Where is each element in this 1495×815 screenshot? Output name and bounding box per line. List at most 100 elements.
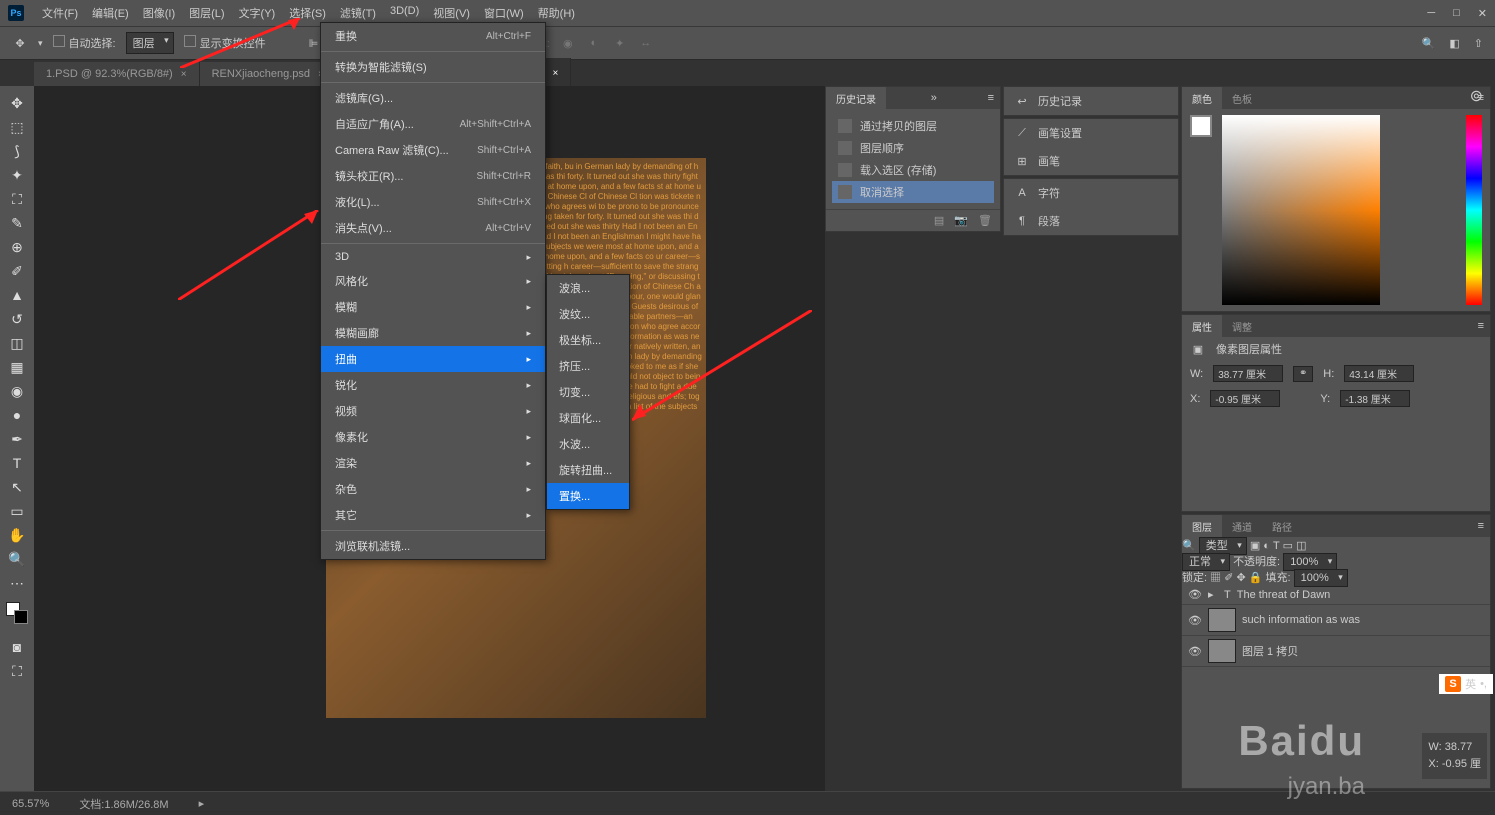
dodge-tool[interactable]: ● [4, 404, 30, 426]
doc-size[interactable]: 文档:1.86M/26.8M [79, 796, 168, 812]
filter-reset[interactable]: 重换Alt+Ctrl+F [321, 23, 545, 49]
shape-tool[interactable]: ▭ [4, 500, 30, 522]
cc-libraries-icon[interactable]: ⊚ [1470, 86, 1483, 106]
hue-slider[interactable] [1466, 115, 1482, 305]
menu-image[interactable]: 图像(I) [137, 1, 181, 25]
edit-toolbar[interactable]: ⋯ [4, 572, 30, 594]
menu-edit[interactable]: 编辑(E) [86, 1, 135, 25]
color-gradient[interactable] [1222, 115, 1380, 305]
tab-doc1[interactable]: 1.PSD @ 92.3%(RGB/8#)× [34, 62, 200, 86]
menu-layer[interactable]: 图层(L) [183, 1, 230, 25]
tab-close-icon[interactable]: × [181, 69, 187, 80]
quickmask-tool[interactable]: ◙ [4, 636, 30, 658]
width-input[interactable] [1213, 365, 1283, 382]
slide-icon[interactable]: ↔ [638, 35, 654, 51]
filter-blur-gallery[interactable]: 模糊画廊 [321, 320, 545, 346]
link-icon[interactable]: ⚭ [1293, 366, 1313, 382]
filter-render[interactable]: 渲染 [321, 450, 545, 476]
wand-tool[interactable]: ✦ [4, 164, 30, 186]
crop-tool[interactable]: ⛶ [4, 188, 30, 210]
show-transform-checkbox[interactable]: 显示变换控件 [184, 35, 266, 51]
marquee-tool[interactable]: ⬚ [4, 116, 30, 138]
blur-tool[interactable]: ◉ [4, 380, 30, 402]
close-icon[interactable]: ✕ [1478, 7, 1487, 20]
lock-paint-icon[interactable]: ✐ [1224, 572, 1233, 584]
ime-indicator[interactable]: S 英 •, [1439, 674, 1493, 694]
foreground-swatch[interactable] [1190, 115, 1212, 137]
stamp-tool[interactable]: ▲ [4, 284, 30, 306]
color-swatches[interactable] [6, 602, 28, 624]
distort-pinch[interactable]: 挤压... [547, 353, 629, 379]
zoom-tool[interactable]: 🔍 [4, 548, 30, 570]
filter-video[interactable]: 视频 [321, 398, 545, 424]
eyedropper-tool[interactable]: ✎ [4, 212, 30, 234]
distort-shear[interactable]: 切变... [547, 379, 629, 405]
filter-other[interactable]: 其它 [321, 502, 545, 528]
panel-collapse-icon[interactable]: » [925, 92, 943, 104]
filter-convert-smart[interactable]: 转换为智能滤镜(S) [321, 54, 545, 80]
tab-swatches[interactable]: 色板 [1222, 87, 1262, 110]
orbit-icon[interactable]: ◉ [560, 35, 576, 51]
path-tool[interactable]: ↖ [4, 476, 30, 498]
history-item[interactable]: 取消选择 [832, 181, 994, 203]
minimize-icon[interactable]: ─ [1427, 7, 1435, 20]
tab-adjustments[interactable]: 调整 [1222, 315, 1262, 338]
tab-layers[interactable]: 图层 [1182, 515, 1222, 538]
distort-spherize[interactable]: 球面化... [547, 405, 629, 431]
snapshot-icon[interactable]: 📷 [954, 214, 968, 227]
history-item[interactable]: 通过拷贝的图层 [832, 115, 994, 137]
history-item[interactable]: 载入选区 (存储) [832, 159, 994, 181]
filter-blur[interactable]: 模糊 [321, 294, 545, 320]
pan-icon[interactable]: ✦ [612, 35, 628, 51]
tab-channels[interactable]: 通道 [1222, 515, 1262, 538]
visibility-icon[interactable]: 👁 [1188, 588, 1202, 601]
roll-icon[interactable]: ◐ [586, 35, 602, 51]
lasso-tool[interactable]: ⟆ [4, 140, 30, 162]
move-tool[interactable]: ✥ [4, 92, 30, 114]
brush-settings-shortcut[interactable]: ⟋画笔设置 [1004, 119, 1178, 147]
heal-tool[interactable]: ⊕ [4, 236, 30, 258]
distort-polar[interactable]: 极坐标... [547, 327, 629, 353]
distort-displace[interactable]: 置换... [547, 483, 629, 509]
layer-row[interactable]: 👁such information as was [1182, 605, 1490, 636]
hand-tool[interactable]: ✋ [4, 524, 30, 546]
filter-adjust-icon[interactable]: ◐ [1263, 540, 1270, 552]
fill-dropdown[interactable]: 100% [1294, 569, 1348, 587]
filter-sharpen[interactable]: 锐化 [321, 372, 545, 398]
lock-pos-icon[interactable]: ✥ [1236, 572, 1245, 584]
trash-icon[interactable]: 🗑 [978, 214, 992, 227]
distort-wave[interactable]: 波浪... [547, 275, 629, 301]
lock-trans-icon[interactable]: ▦ [1210, 572, 1221, 584]
filter-distort[interactable]: 扭曲 [321, 346, 545, 372]
auto-select-dropdown[interactable]: 图层 [126, 32, 174, 54]
filter-gallery[interactable]: 滤镜库(G)... [321, 85, 545, 111]
filter-browse[interactable]: 浏览联机滤镜... [321, 533, 545, 559]
filter-lens[interactable]: 镜头校正(R)...Shift+Ctrl+R [321, 163, 545, 189]
pen-tool[interactable]: ✒ [4, 428, 30, 450]
filter-smart-icon[interactable]: ◫ [1296, 540, 1306, 552]
filter-adaptive[interactable]: 自适应广角(A)...Alt+Shift+Ctrl+A [321, 111, 545, 137]
layer-row[interactable]: 👁图层 1 拷贝 [1182, 636, 1490, 667]
height-input[interactable] [1344, 365, 1414, 382]
paragraph-shortcut[interactable]: ¶段落 [1004, 207, 1178, 235]
filter-vanish[interactable]: 消失点(V)...Alt+Ctrl+V [321, 215, 545, 241]
gradient-tool[interactable]: ▦ [4, 356, 30, 378]
filter-stylize[interactable]: 风格化 [321, 268, 545, 294]
maximize-icon[interactable]: □ [1453, 7, 1460, 20]
auto-select-checkbox[interactable]: 自动选择: [53, 35, 116, 51]
share-icon[interactable]: ⇧ [1474, 37, 1483, 50]
workspace-icon[interactable]: ◧ [1449, 37, 1459, 50]
filter-pixel-icon[interactable]: ▣ [1250, 540, 1260, 552]
search-icon[interactable]: 🔍 [1422, 37, 1436, 50]
chevron-down-icon[interactable]: ▾ [38, 38, 43, 49]
tab-paths[interactable]: 路径 [1262, 515, 1302, 538]
panel-menu-icon[interactable]: ≡ [1472, 520, 1490, 532]
filter-pixelate[interactable]: 像素化 [321, 424, 545, 450]
menu-type[interactable]: 文字(Y) [233, 1, 282, 25]
filter-liquify[interactable]: 液化(L)...Shift+Ctrl+X [321, 189, 545, 215]
tab-properties[interactable]: 属性 [1182, 315, 1222, 338]
blend-mode-dropdown[interactable]: 正常 [1182, 553, 1230, 571]
layer-row[interactable]: 👁▸TThe threat of Dawn [1182, 585, 1490, 605]
filter-type-icon[interactable]: T [1273, 540, 1280, 552]
distort-water[interactable]: 水波... [547, 431, 629, 457]
